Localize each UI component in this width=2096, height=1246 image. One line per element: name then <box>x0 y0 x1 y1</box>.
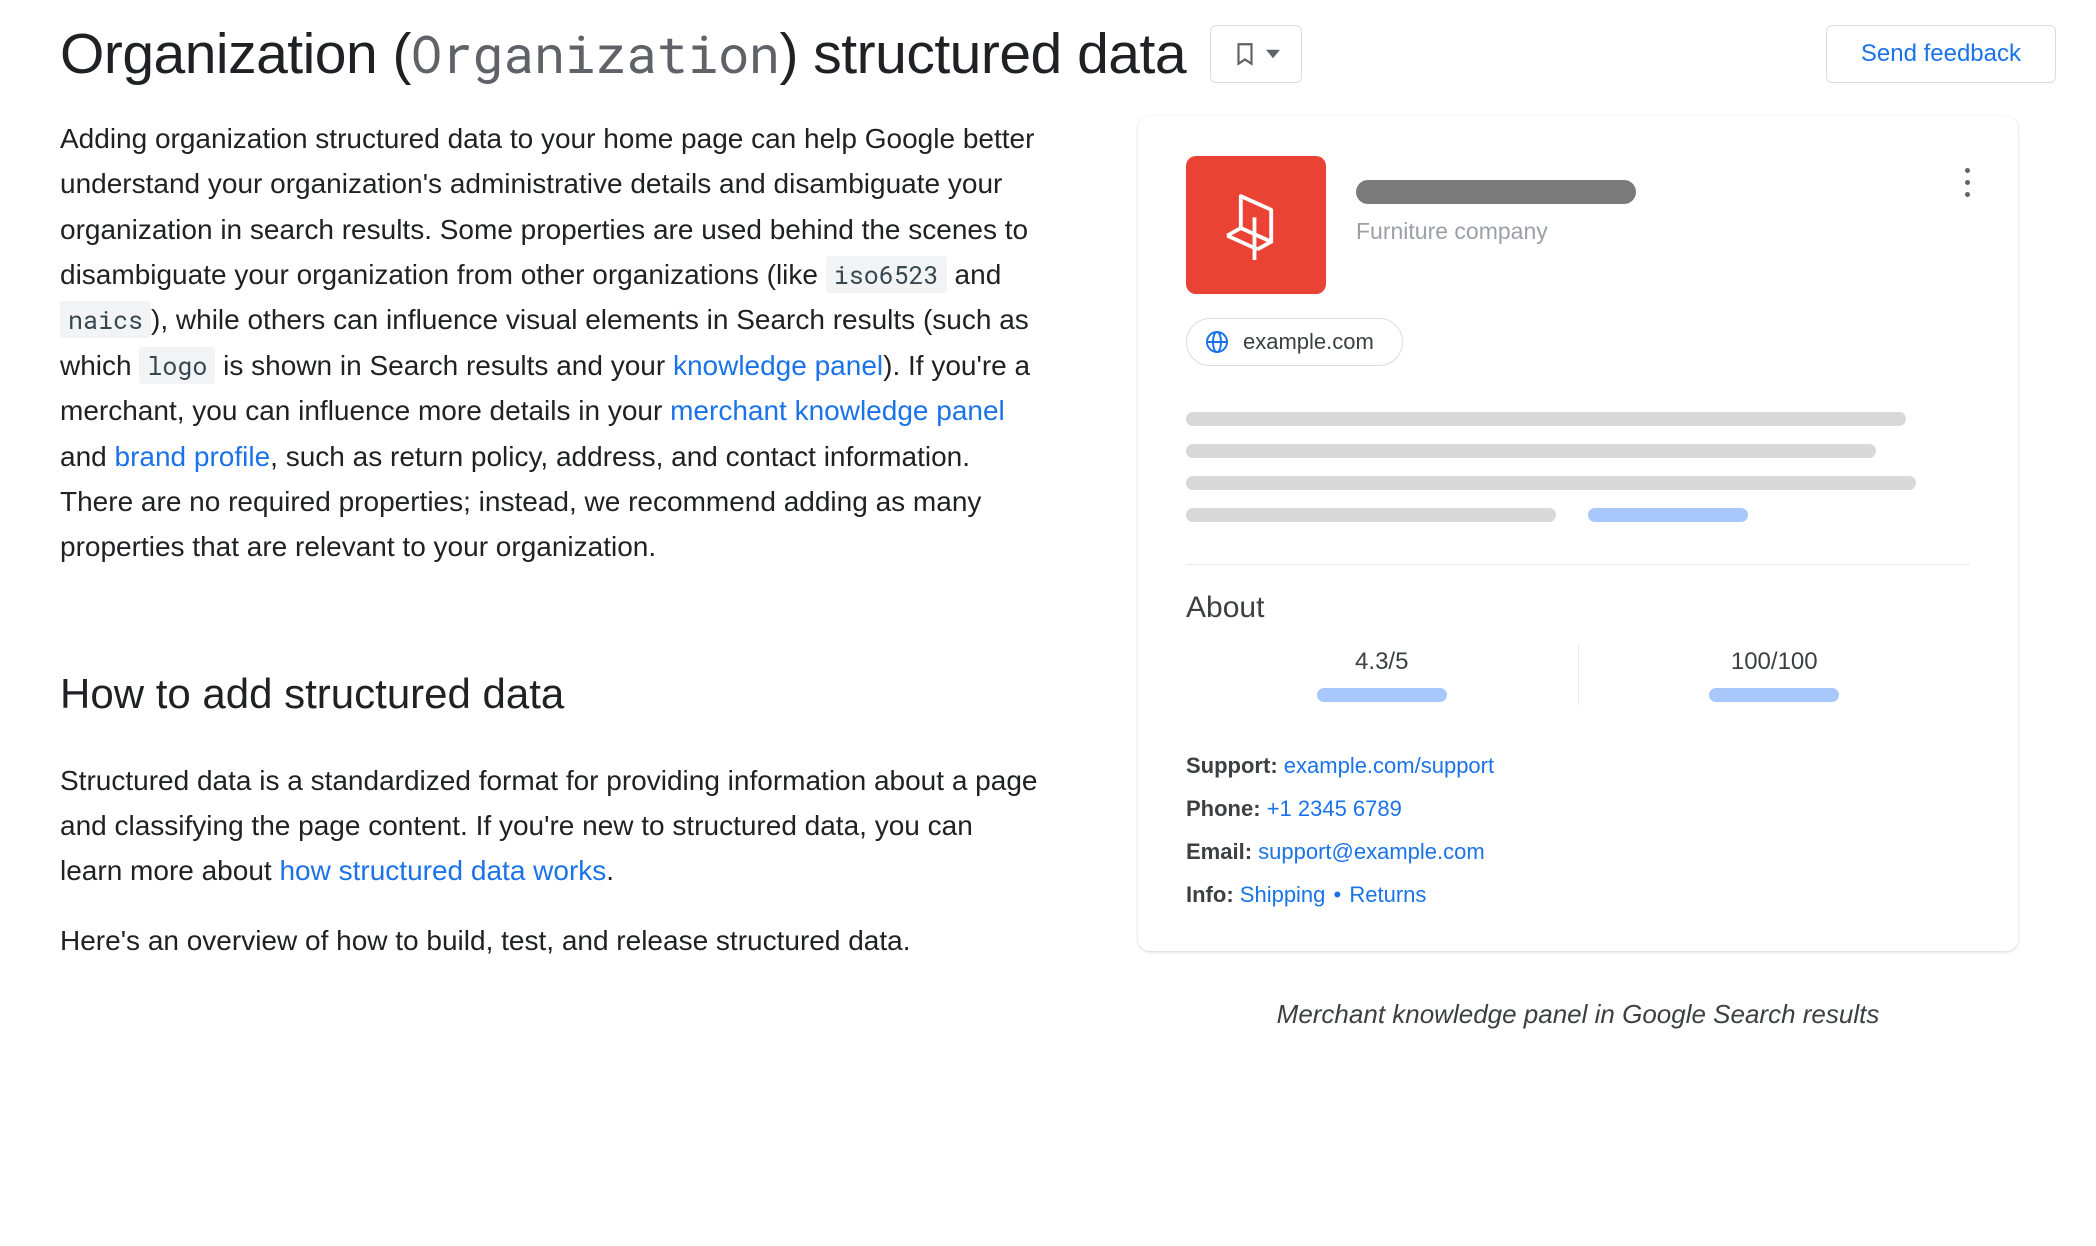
about-heading: About <box>1186 591 1970 625</box>
description-skeleton <box>1186 412 1970 522</box>
phone-label: Phone: <box>1186 796 1261 821</box>
rating-1: 4.3/5 <box>1186 648 1578 702</box>
howto-paragraph-2: Here's an overview of how to build, test… <box>60 918 1040 963</box>
caret-down-icon <box>1266 47 1280 61</box>
link-brand-profile[interactable]: brand profile <box>115 441 271 472</box>
company-category: Furniture company <box>1356 218 1636 245</box>
article-body: Adding organization structured data to y… <box>60 116 1040 987</box>
company-logo <box>1186 156 1326 294</box>
code-logo: logo <box>139 347 215 384</box>
section-heading-how-to: How to add structured data <box>60 660 1040 728</box>
support-label: Support: <box>1186 753 1278 778</box>
title-prefix: Organization ( <box>60 22 411 86</box>
rating-1-value: 4.3/5 <box>1355 648 1408 676</box>
rating-2-value: 100/100 <box>1731 648 1818 676</box>
returns-link[interactable]: Returns <box>1349 882 1426 907</box>
more-options-icon[interactable] <box>1965 168 1970 197</box>
page-title: Organization (Organization) structured d… <box>60 20 1186 88</box>
phone-link[interactable]: +1 2345 6789 <box>1267 796 1402 821</box>
code-naics: naics <box>60 301 151 338</box>
howto-paragraph-1: Structured data is a standardized format… <box>60 758 1040 894</box>
website-url: example.com <box>1243 329 1374 355</box>
contact-info: Support: example.com/support Phone: +1 2… <box>1186 745 1970 917</box>
email-link[interactable]: support@example.com <box>1258 839 1485 864</box>
knowledge-panel-example: Furniture company example.com <box>1138 116 2018 951</box>
info-label: Info: <box>1186 882 1234 907</box>
chair-icon <box>1218 187 1294 263</box>
shipping-link[interactable]: Shipping <box>1240 882 1326 907</box>
bookmark-icon <box>1232 41 1258 67</box>
link-how-structured-data-works[interactable]: how structured data works <box>279 855 606 886</box>
feedback-label: Send feedback <box>1861 40 2021 68</box>
panel-caption: Merchant knowledge panel in Google Searc… <box>1277 999 1880 1030</box>
support-link[interactable]: example.com/support <box>1284 753 1494 778</box>
link-knowledge-panel[interactable]: knowledge panel <box>673 350 883 381</box>
title-code: Organization <box>411 20 779 88</box>
intro-paragraph: Adding organization structured data to y… <box>60 116 1040 570</box>
link-merchant-knowledge-panel[interactable]: merchant knowledge panel <box>670 395 1005 426</box>
website-pill[interactable]: example.com <box>1186 318 1403 366</box>
bookmark-button[interactable] <box>1210 25 1302 83</box>
globe-icon <box>1205 330 1229 354</box>
title-suffix: ) structured data <box>779 22 1186 86</box>
company-name-placeholder <box>1356 180 1636 204</box>
rating-2: 100/100 <box>1579 648 1971 702</box>
code-iso6523: iso6523 <box>826 256 947 293</box>
send-feedback-button[interactable]: Send feedback <box>1826 25 2056 83</box>
email-label: Email: <box>1186 839 1252 864</box>
